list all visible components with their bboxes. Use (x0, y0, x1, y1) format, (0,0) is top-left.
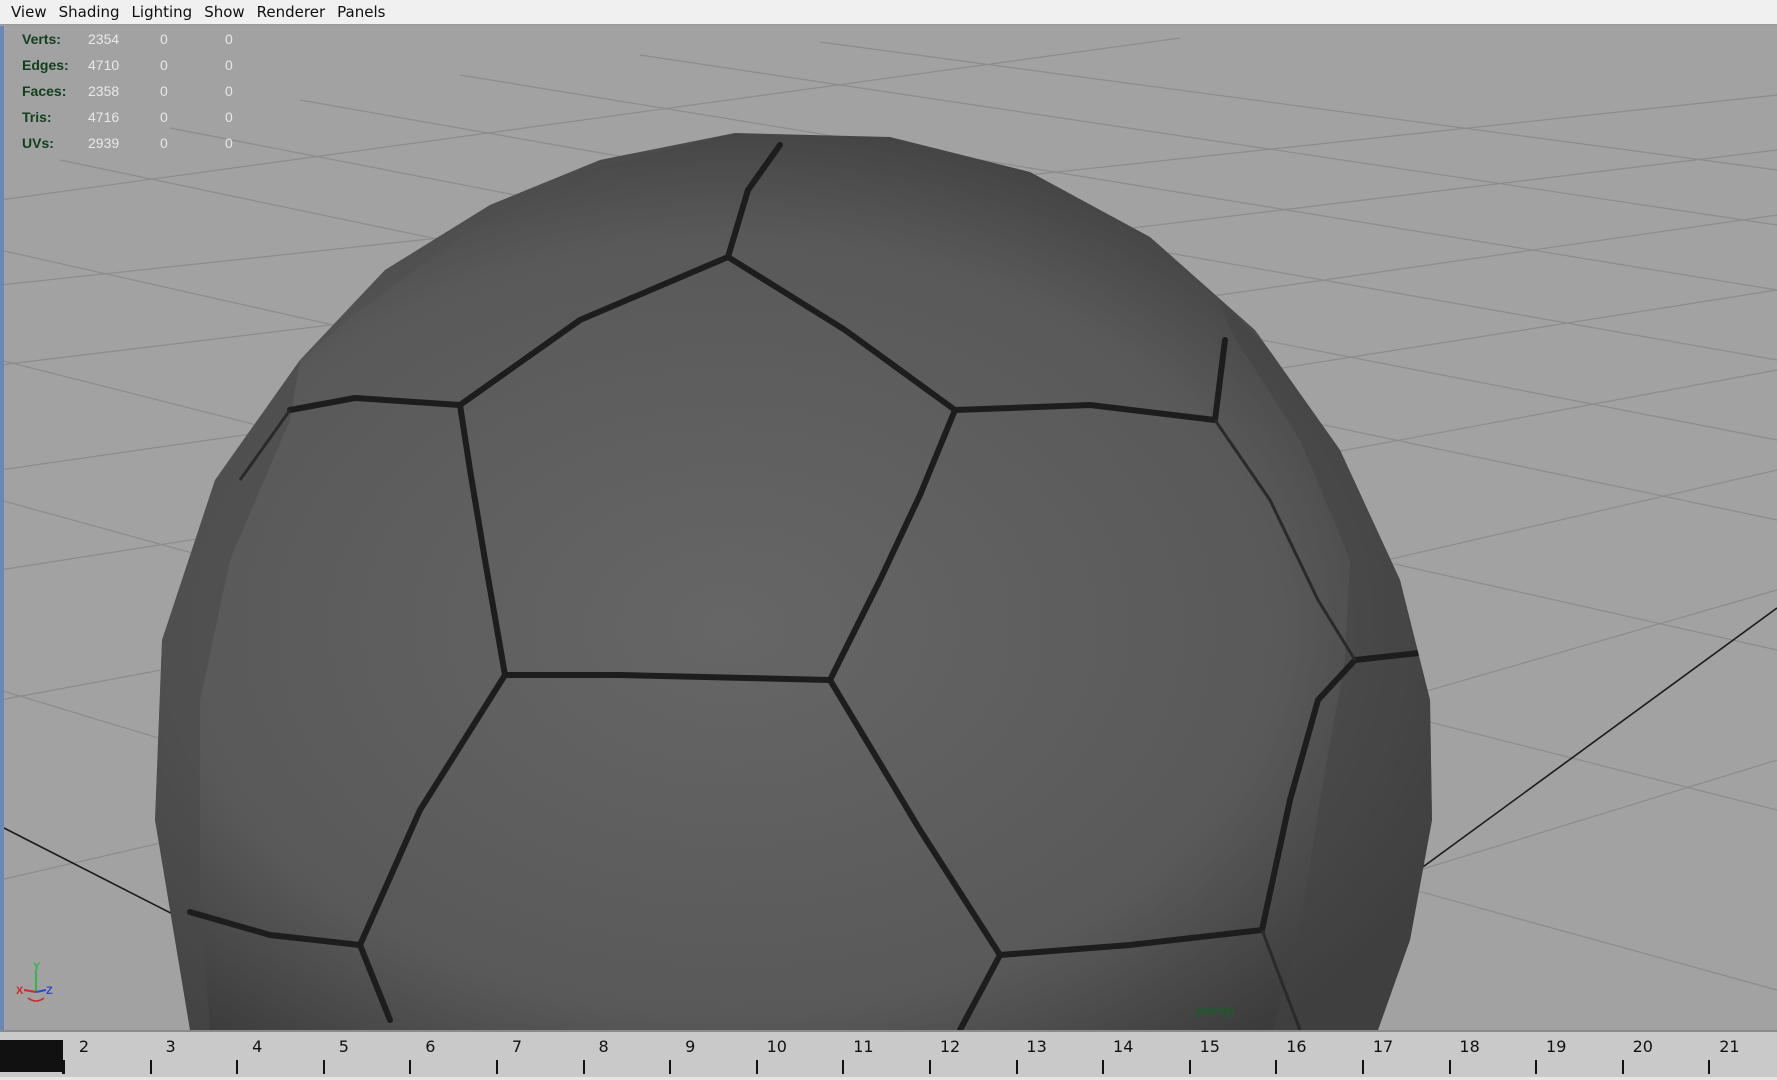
hud-value-component: 0 (225, 135, 233, 151)
menu-view[interactable]: View (5, 0, 53, 25)
frame-tick-mark (929, 1060, 931, 1074)
hud-value-component: 0 (225, 31, 233, 47)
frame-tick-mark (149, 1060, 152, 1074)
frame-tick-label: 7 (511, 1037, 523, 1056)
frame-tick-label: 13 (1026, 1037, 1047, 1056)
frame-tick-mark (62, 1060, 64, 1074)
frame-tick-label: 9 (685, 1037, 696, 1056)
frame-tick-label: 5 (338, 1037, 349, 1056)
hud-value-selected: 0 (160, 31, 168, 47)
frame-tick-label: 19 (1546, 1037, 1567, 1056)
axis-x-label: X (16, 985, 24, 997)
menu-panels[interactable]: Panels (331, 0, 391, 25)
frame-tick-mark (842, 1060, 845, 1074)
frame-tick-mark (1621, 1060, 1624, 1074)
frame-tick-mark (755, 1060, 758, 1074)
hud-value-total: 2358 (88, 83, 120, 99)
frame-tick-mark (582, 1060, 585, 1074)
perspective-viewport[interactable]: Verts: 2354 0 0 Edges: 4710 0 0 Faces: 2… (0, 26, 1777, 1030)
hud-value-component: 0 (225, 57, 233, 73)
frame-tick-label: 15 (1199, 1037, 1220, 1056)
menu-renderer[interactable]: Renderer (251, 0, 331, 25)
soccer-ball-mesh (155, 133, 1432, 1030)
time-slider[interactable]: 2 3 4 5 6 7 8 9 10 11 12 13 14 15 16 17 18 19 20 21 (0, 1030, 1777, 1080)
hud-row-tris: Tris: 4716 0 0 (22, 104, 265, 130)
frame-tick-label: 20 (1632, 1037, 1653, 1056)
hud-row-faces: Faces: 2358 0 0 (22, 78, 265, 104)
frame-tick-label: 17 (1372, 1037, 1394, 1056)
poly-count-hud: Verts: 2354 0 0 Edges: 4710 0 0 Faces: 2… (22, 26, 265, 156)
axis-y-label: Y (33, 961, 41, 973)
viewport-focus-border (0, 26, 4, 1030)
frame-tick-mark (496, 1060, 498, 1074)
hud-label: Faces: (22, 83, 67, 99)
hud-value-component: 0 (225, 109, 233, 125)
frame-tick-label: 16 (1286, 1037, 1307, 1056)
hud-label: UVs: (22, 135, 54, 151)
current-frame-marker[interactable] (0, 1040, 63, 1072)
axis-z-label: Z (46, 985, 53, 997)
viewport-menubar: View Shading Lighting Show Renderer Pane… (0, 0, 1777, 25)
frame-tick-label: 11 (853, 1037, 874, 1056)
hud-value-selected: 0 (160, 135, 168, 151)
menu-shading[interactable]: Shading (53, 0, 126, 25)
hud-value-selected: 0 (160, 109, 168, 125)
frame-tick-label: 8 (598, 1037, 609, 1056)
hud-value-total: 2354 (88, 31, 120, 47)
frame-tick-label: 21 (1719, 1037, 1740, 1056)
frame-tick-mark (1535, 1060, 1538, 1074)
menu-lighting[interactable]: Lighting (126, 0, 199, 25)
hud-value-total: 2939 (88, 135, 120, 151)
frame-tick-label: 10 (766, 1037, 787, 1056)
frame-tick-label: 4 (252, 1037, 263, 1056)
frame-tick-mark (1275, 1060, 1278, 1074)
frame-tick-label: 14 (1113, 1037, 1134, 1056)
hud-label: Tris: (22, 109, 52, 125)
hud-value-component: 0 (225, 83, 233, 99)
frame-tick-label: 6 (425, 1037, 436, 1056)
frame-tick-label: 3 (165, 1037, 176, 1056)
camera-name-label: persp (1196, 1002, 1235, 1018)
menu-show[interactable]: Show (198, 0, 250, 25)
hud-value-total: 4716 (88, 109, 120, 125)
scene-canvas[interactable] (0, 26, 1777, 1030)
frame-tick-mark (1448, 1060, 1451, 1074)
hud-value-selected: 0 (160, 83, 168, 99)
hud-row-verts: Verts: 2354 0 0 (22, 26, 265, 52)
axis-gizmo-icon: Y X Z (16, 961, 53, 1002)
hud-value-total: 4710 (88, 57, 120, 73)
hud-label: Verts: (22, 31, 61, 47)
frame-tick-mark (669, 1060, 672, 1074)
hud-label: Edges: (22, 57, 69, 73)
frame-tick-mark (1362, 1060, 1364, 1074)
frame-tick-mark (1102, 1060, 1105, 1074)
frame-tick-label: 12 (939, 1037, 961, 1056)
hud-row-edges: Edges: 4710 0 0 (22, 52, 265, 78)
frame-tick-mark (1708, 1060, 1711, 1074)
frame-tick-mark (322, 1060, 325, 1074)
frame-tick-mark (1188, 1060, 1191, 1074)
frame-tick-mark (1015, 1060, 1018, 1074)
frame-tick-mark (409, 1060, 412, 1074)
hud-value-selected: 0 (160, 57, 168, 73)
frame-tick-label: 18 (1459, 1037, 1480, 1056)
frame-tick-mark (236, 1060, 239, 1074)
hud-row-uvs: UVs: 2939 0 0 (22, 130, 265, 156)
frame-tick-label: 2 (78, 1037, 90, 1056)
